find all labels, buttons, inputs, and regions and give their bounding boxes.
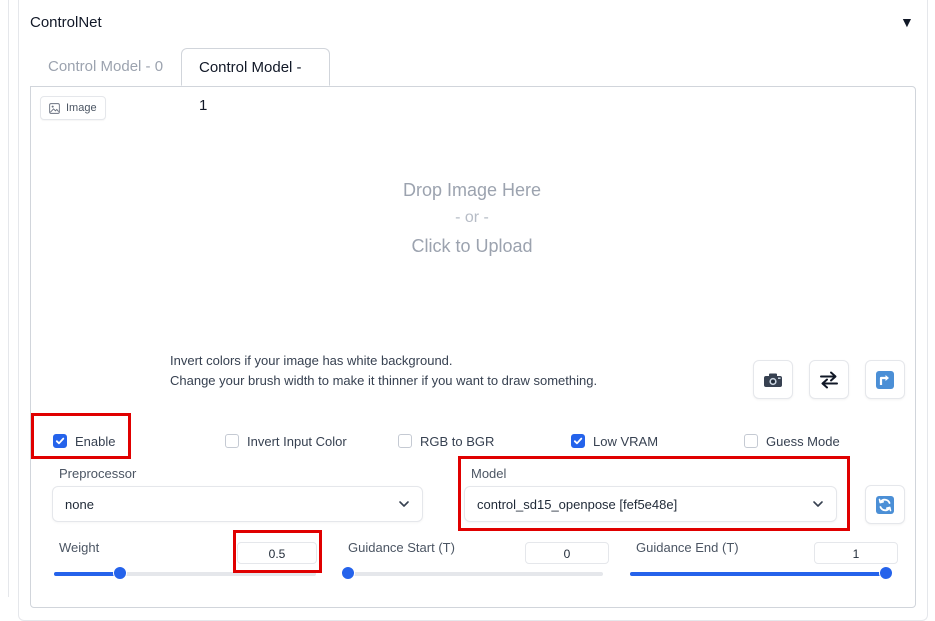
upload-button[interactable] — [865, 360, 905, 399]
checkbox-box[interactable] — [744, 434, 758, 448]
model-select[interactable]: control_sd15_openpose [fef5e48e] — [464, 486, 837, 522]
slider-fill — [54, 572, 120, 576]
refresh-models-button[interactable] — [865, 485, 905, 524]
tab-control-model-1[interactable]: Control Model - 1 — [181, 48, 330, 114]
guidance-end-slider[interactable] — [630, 566, 893, 580]
checkmark-icon — [55, 437, 65, 445]
checkbox-label: RGB to BGR — [420, 433, 495, 449]
guidance-end-input[interactable]: 1 — [814, 542, 898, 564]
checkbox-box[interactable] — [225, 434, 239, 448]
outer-border — [8, 0, 9, 597]
checkbox-label: Invert Input Color — [247, 433, 347, 449]
collapse-triangle-icon[interactable]: ▼ — [900, 14, 914, 30]
checkbox-box[interactable] — [398, 434, 412, 448]
refresh-icon — [876, 495, 894, 514]
slider-fill — [630, 572, 886, 576]
checkbox-box[interactable] — [571, 434, 585, 448]
guidance-start-input[interactable]: 0 — [525, 542, 609, 564]
preprocessor-select[interactable]: none — [52, 486, 423, 522]
upload-arrow-icon — [876, 370, 894, 389]
enable-checkbox[interactable]: Enable — [53, 431, 115, 451]
chevron-down-icon — [399, 501, 409, 507]
guidance-start-label: Guidance Start (T) — [348, 540, 455, 555]
drop-image-text: Drop Image Here — [402, 180, 542, 200]
checkbox-label: Guess Mode — [766, 433, 840, 449]
model-value: control_sd15_openpose [fef5e48e] — [477, 496, 678, 512]
preprocessor-label: Preprocessor — [59, 466, 137, 481]
guidance-end-label: Guidance End (T) — [636, 540, 739, 555]
weight-label: Weight — [59, 540, 100, 555]
low-vram-checkbox[interactable]: Low VRAM — [571, 431, 658, 451]
hint-brush-width: Change your brush width to make it thinn… — [170, 373, 598, 388]
model-label: Model — [471, 466, 507, 481]
guess-mode-checkbox[interactable]: Guess Mode — [744, 431, 840, 451]
image-chip-label: Image — [66, 102, 97, 114]
hint-invert-colors: Invert colors if your image has white ba… — [170, 353, 453, 368]
checkbox-box[interactable] — [53, 434, 67, 448]
slider-thumb[interactable] — [879, 566, 893, 580]
rgb-to-bgr-checkbox[interactable]: RGB to BGR — [398, 431, 494, 451]
image-drop-zone[interactable]: Drop Image Here - or - Click to Upload — [40, 120, 904, 345]
slider-thumb[interactable] — [341, 566, 355, 580]
swap-button[interactable] — [809, 360, 849, 399]
tab-control-model-0[interactable]: Control Model - 0 — [31, 48, 181, 86]
slider-thumb[interactable] — [112, 566, 127, 580]
invert-input-color-checkbox[interactable]: Invert Input Color — [225, 431, 347, 451]
camera-icon — [764, 373, 782, 387]
drop-or-text: - or - — [455, 209, 489, 226]
weight-slider[interactable] — [54, 566, 316, 580]
checkbox-label: Low VRAM — [593, 433, 659, 449]
checkbox-label: Enable — [75, 433, 116, 449]
chevron-down-icon — [813, 501, 823, 507]
weight-input[interactable]: 0.5 — [237, 542, 317, 564]
guidance-start-slider[interactable] — [341, 566, 603, 580]
image-icon — [49, 102, 60, 114]
click-to-upload-text: Click to Upload — [411, 236, 533, 256]
panel-title: ControlNet — [30, 14, 102, 31]
swap-arrows-icon — [820, 371, 838, 388]
camera-button[interactable] — [753, 360, 793, 399]
checkmark-icon — [573, 437, 583, 445]
preprocessor-value: none — [65, 496, 94, 512]
image-label-chip: Image — [40, 96, 106, 120]
